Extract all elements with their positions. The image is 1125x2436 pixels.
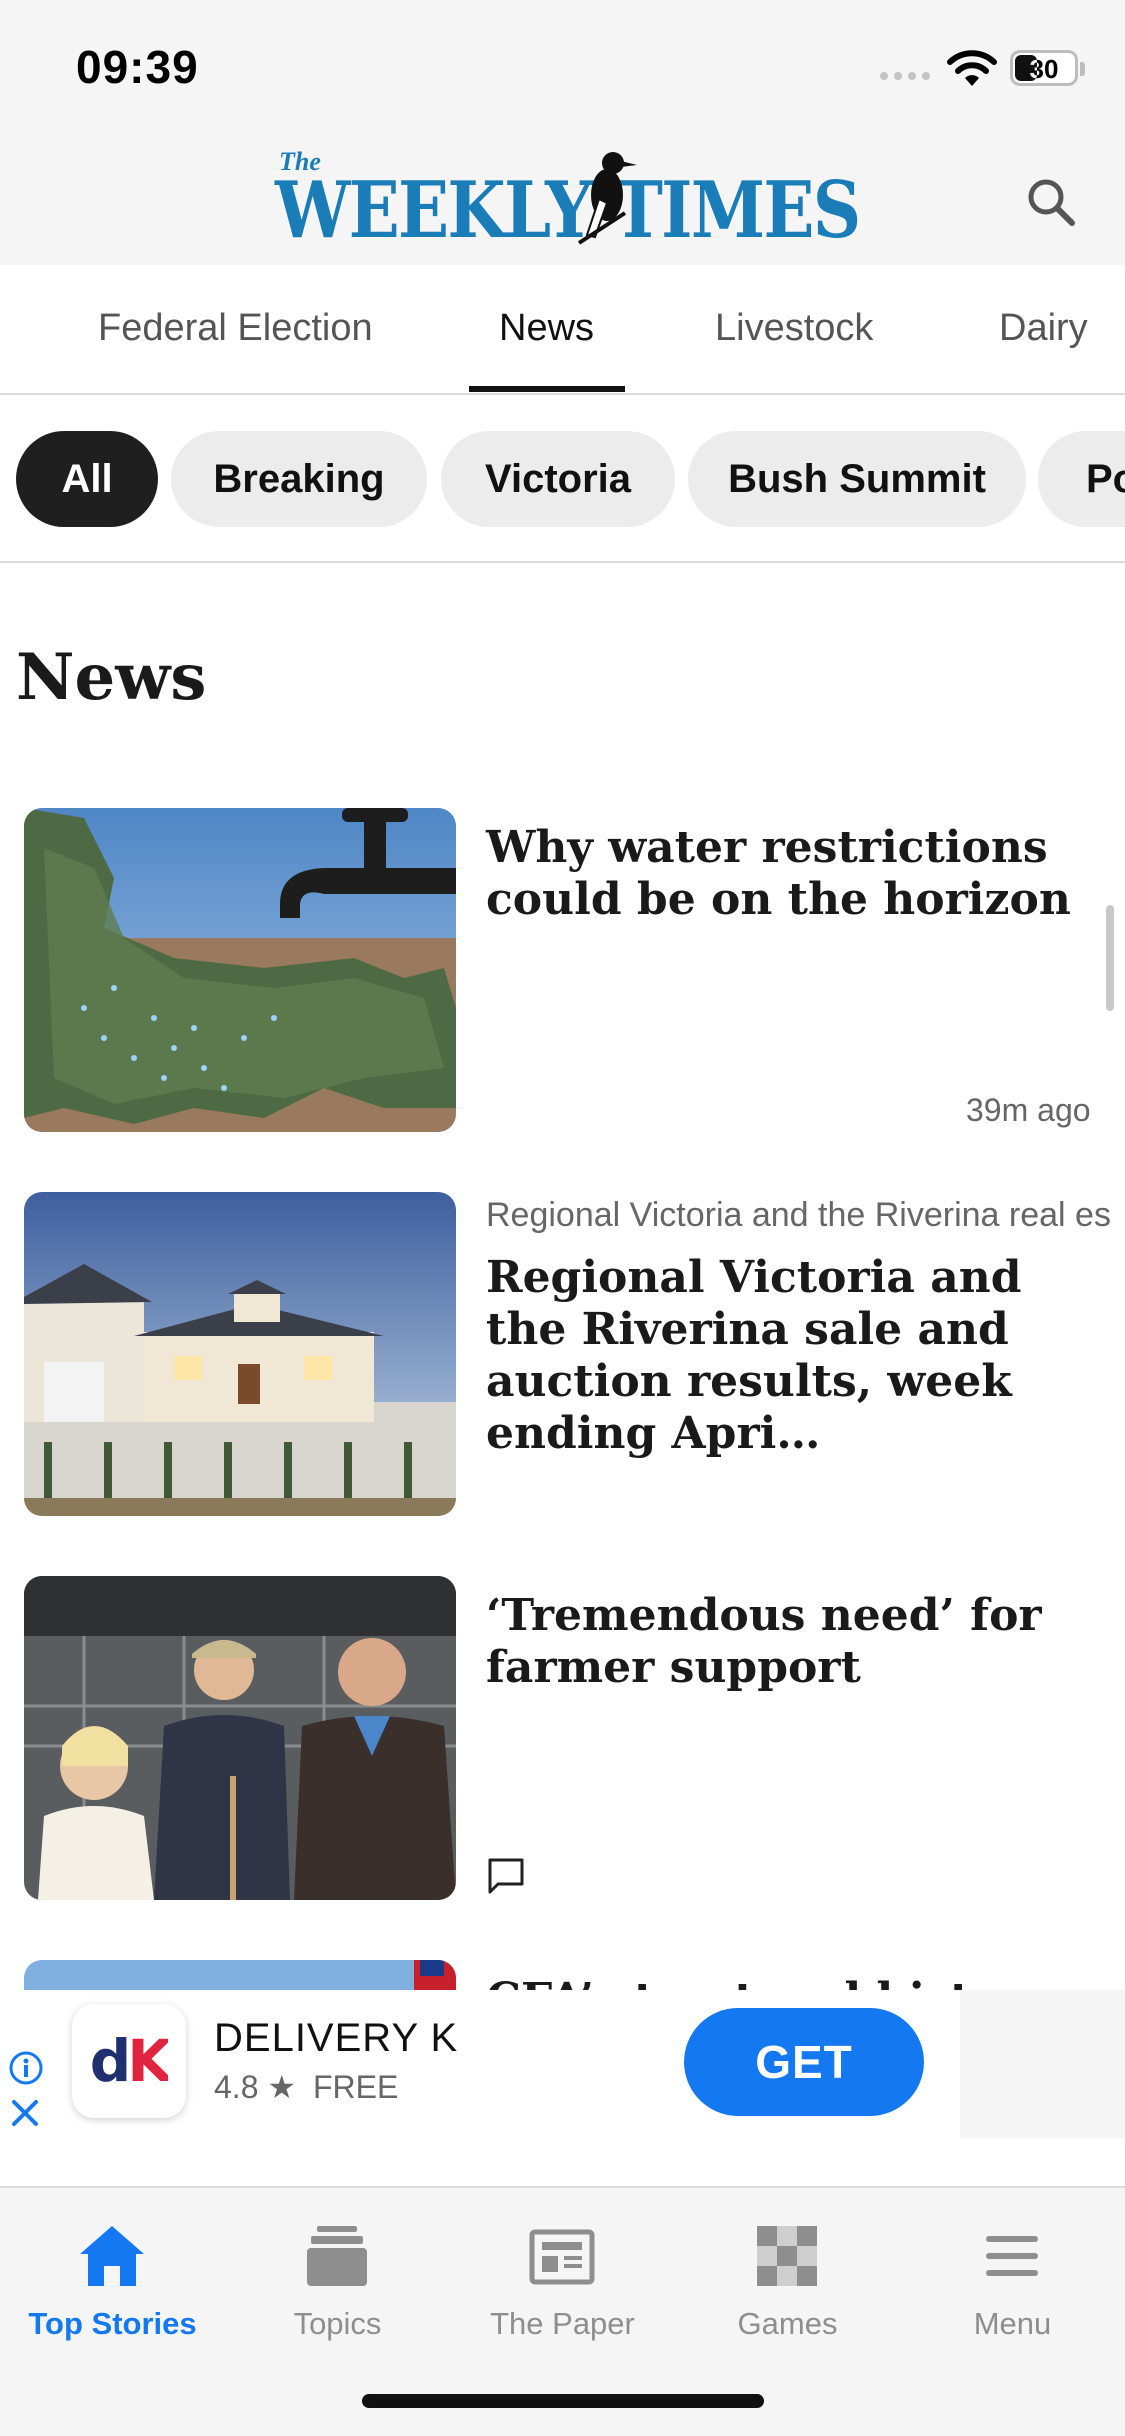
tab-dairy[interactable]: Dairy [999, 307, 1088, 350]
battery-icon: 30 [1010, 50, 1078, 86]
magpie-icon [577, 152, 637, 245]
ad-banner[interactable]: dK DELIVERY K 4.8 ★ FREE GET [0, 1990, 960, 2138]
tab-news[interactable]: News [499, 307, 594, 350]
ad-price: FREE [312, 2069, 399, 2105]
article-card[interactable]: CFA’s trust and history [0, 1960, 1125, 1990]
app-logo[interactable]: dK [72, 2004, 186, 2118]
nav-label: Topics [293, 2306, 382, 2341]
nav-topics[interactable]: Topics [225, 2208, 450, 2358]
close-icon[interactable] [8, 2096, 42, 2130]
hamburger-icon [986, 2236, 1038, 2276]
battery-level: 30 [1029, 54, 1059, 84]
comment-icon[interactable] [486, 1856, 526, 1896]
filter-chips: All Breaking Victoria Bush Summit Po [0, 397, 1125, 563]
article-thumbnail-water-map[interactable] [24, 808, 456, 1132]
get-button[interactable]: GET [684, 2008, 924, 2116]
article-headline[interactable]: Regional Victoria and the Riverina sale … [486, 1252, 1106, 1460]
star-icon: ★ [267, 2069, 305, 2105]
active-tab-indicator [469, 386, 625, 392]
article-headline[interactable]: Why water restrictions could be on the h… [486, 822, 1106, 926]
article-thumbnail-partial[interactable] [24, 1960, 456, 1990]
tab-livestock[interactable]: Livestock [715, 307, 873, 350]
wifi-icon [947, 50, 997, 86]
chip-victoria[interactable]: Victoria [441, 431, 675, 527]
article-card[interactable]: Why water restrictions could be on the h… [0, 808, 1125, 1138]
status-time: 09:39 [76, 41, 199, 93]
ad-rating-value: 4.8 [214, 2069, 259, 2105]
article-thumbnail-house[interactable] [24, 1192, 456, 1516]
article-timestamp: 39m ago [966, 1092, 1091, 1128]
info-icon[interactable] [8, 2050, 44, 2086]
article-headline[interactable]: CFA’s trust and history [486, 1974, 1106, 1990]
checkerboard-icon [757, 2226, 817, 2286]
chip-all[interactable]: All [16, 431, 158, 527]
app-logo-text: dK [89, 2027, 172, 2095]
nav-label: The Paper [490, 2306, 635, 2341]
section-title: News [16, 640, 207, 715]
section-tabs: Federal Election News Livestock Dairy [0, 265, 1125, 395]
nav-games[interactable]: Games [675, 2208, 900, 2358]
stack-icon [307, 2226, 367, 2286]
app-header: The WEEKLY TIMES [0, 135, 1125, 265]
home-indicator[interactable] [362, 2394, 764, 2408]
article-card[interactable]: Regional Victoria and the Riverina real … [0, 1192, 1125, 1522]
chip-politics[interactable]: Po [1038, 431, 1125, 527]
scroll-indicator[interactable] [1106, 905, 1114, 1011]
nav-top-stories[interactable]: Top Stories [0, 2208, 225, 2358]
home-icon [80, 2226, 144, 2286]
article-headline[interactable]: ‘Tremendous need’ for farmer support [486, 1590, 1106, 1694]
article-card[interactable]: ‘Tremendous need’ for farmer support [0, 1576, 1125, 1906]
nav-the-paper[interactable]: The Paper [450, 2208, 675, 2358]
search-icon[interactable] [1020, 171, 1084, 235]
nav-menu[interactable]: Menu [900, 2208, 1125, 2358]
battery-tip [1080, 62, 1085, 76]
tab-federal-election[interactable]: Federal Election [98, 307, 373, 350]
article-kicker: Regional Victoria and the Riverina real … [486, 1196, 1111, 1234]
cellular-signal-icon [880, 72, 930, 80]
status-bar: 09:39 30 [0, 0, 1125, 135]
ad-title[interactable]: DELIVERY K [214, 2016, 458, 2061]
ad-side-background [960, 1990, 1125, 2138]
newspaper-icon [529, 2229, 595, 2285]
weekly-times-logo[interactable]: The WEEKLY TIMES [275, 143, 861, 256]
nav-label: Menu [973, 2306, 1052, 2341]
article-thumbnail-farmers[interactable] [24, 1576, 456, 1900]
nav-label: Games [737, 2306, 838, 2341]
chip-bush-summit[interactable]: Bush Summit [688, 431, 1026, 527]
ad-rating: 4.8 ★ FREE [214, 2068, 398, 2106]
chip-breaking[interactable]: Breaking [171, 431, 427, 527]
nav-label: Top Stories [28, 2306, 197, 2341]
